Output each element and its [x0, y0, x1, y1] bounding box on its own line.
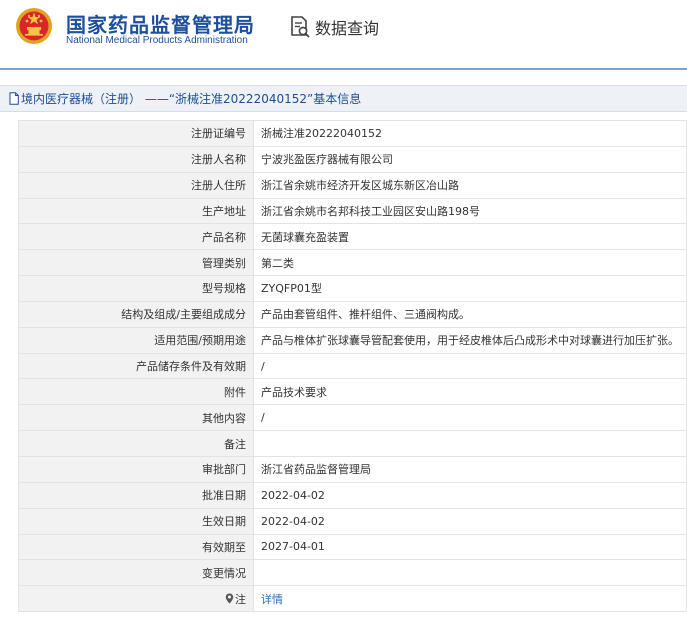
row-label: 管理类别 — [18, 249, 254, 277]
data-query-link[interactable]: 数据查询 — [289, 14, 379, 40]
row-label: 注册人名称 — [18, 145, 254, 173]
table-row-note: 注 详情 — [18, 585, 687, 613]
org-name-cn: 国家药品监督管理局 — [66, 13, 255, 37]
row-label: 产品储存条件及有效期 — [18, 352, 254, 380]
row-value: 宁波兆盈医疗器械有限公司 — [253, 145, 687, 173]
row-value: 产品与椎体扩张球囊导管配套使用，用于经皮椎体后凸成形术中对球囊进行加压扩张。 — [253, 326, 687, 354]
row-value: 产品技术要求 — [253, 378, 687, 406]
table-row: 产品储存条件及有效期 / — [18, 352, 687, 380]
row-label: 适用范围/预期用途 — [18, 326, 254, 354]
row-label: 备注 — [18, 430, 254, 457]
device-detail-table: 注册证编号 浙械注准20222040152 注册人名称 宁波兆盈医疗器械有限公司 注册人… — [18, 120, 687, 613]
row-value: / — [253, 404, 687, 432]
data-query-label: 数据查询 — [315, 19, 380, 38]
table-row: 注册证编号 浙械注准20222040152 — [18, 120, 687, 147]
row-label: 附件 — [18, 378, 254, 406]
table-row: 管理类别 第二类 — [18, 249, 687, 277]
table-row: 其他内容 / — [18, 404, 687, 432]
row-value — [253, 559, 687, 587]
row-value: 浙江省余姚市名邦科技工业园区安山路198号 — [253, 197, 687, 225]
table-row: 注册人名称 宁波兆盈医疗器械有限公司 — [18, 145, 687, 173]
row-label: 注册证编号 — [18, 120, 254, 147]
org-name-en: National Medical Products Administration — [66, 35, 248, 46]
note-label: 注 — [235, 592, 246, 606]
row-value: 2022-04-02 — [253, 481, 687, 509]
row-value: 第二类 — [253, 249, 687, 277]
row-label: 审批部门 — [18, 455, 254, 483]
row-value: / — [253, 352, 687, 380]
table-row: 注册人住所 浙江省余姚市经济开发区城东新区冶山路 — [18, 171, 687, 199]
breadcrumb: 境内医疗器械（注册） ——“浙械注准20222040152”基本信息 — [0, 85, 687, 112]
row-value: 浙械注准20222040152 — [253, 120, 687, 147]
header-divider — [0, 68, 687, 70]
row-label: 其他内容 — [18, 404, 254, 432]
row-value: 浙江省余姚市经济开发区城东新区冶山路 — [253, 171, 687, 199]
row-value: 2022-04-02 — [253, 507, 687, 535]
table-row: 型号规格 ZYQFP01型 — [18, 275, 687, 302]
row-label: 结构及组成/主要组成成分 — [18, 300, 254, 328]
table-row: 结构及组成/主要组成成分 产品由套管组件、推杆组件、三通阀构成。 — [18, 300, 687, 328]
row-value: 产品由套管组件、推杆组件、三通阀构成。 — [253, 300, 687, 328]
document-icon — [9, 92, 19, 105]
row-value: 无菌球囊充盈装置 — [253, 223, 687, 251]
table-row: 变更情况 — [18, 559, 687, 587]
table-row: 有效期至 2027-04-01 — [18, 533, 687, 561]
site-header: 国家药品监督管理局 National Medical Products Admi… — [0, 0, 687, 66]
row-value: ZYQFP01型 — [253, 275, 687, 302]
row-label: 型号规格 — [18, 275, 254, 302]
row-label: 产品名称 — [18, 223, 254, 251]
national-emblem-icon — [16, 8, 52, 44]
location-pin-icon — [225, 593, 234, 604]
note-label-cell: 注 — [18, 585, 254, 613]
table-row: 备注 — [18, 430, 687, 457]
note-value-cell: 详情 — [253, 585, 687, 613]
row-label: 有效期至 — [18, 533, 254, 561]
table-row: 适用范围/预期用途 产品与椎体扩张球囊导管配套使用，用于经皮椎体后凸成形术中对球囊… — [18, 326, 687, 354]
row-label: 变更情况 — [18, 559, 254, 587]
row-label: 生产地址 — [18, 197, 254, 225]
row-value: 浙江省药品监督管理局 — [253, 455, 687, 483]
table-row: 产品名称 无菌球囊充盈装置 — [18, 223, 687, 251]
breadcrumb-text: 境内医疗器械（注册） ——“浙械注准20222040152”基本信息 — [21, 92, 362, 106]
row-label: 注册人住所 — [18, 171, 254, 199]
table-row: 生效日期 2022-04-02 — [18, 507, 687, 535]
table-row: 审批部门 浙江省药品监督管理局 — [18, 455, 687, 483]
row-value: 2027-04-01 — [253, 533, 687, 561]
details-link[interactable]: 详情 — [261, 593, 283, 606]
document-search-icon — [291, 16, 310, 38]
table-row: 批准日期 2022-04-02 — [18, 481, 687, 509]
table-row: 生产地址 浙江省余姚市名邦科技工业园区安山路198号 — [18, 197, 687, 225]
row-label: 生效日期 — [18, 507, 254, 535]
row-label: 批准日期 — [18, 481, 254, 509]
table-row: 附件 产品技术要求 — [18, 378, 687, 406]
row-value — [253, 430, 687, 457]
